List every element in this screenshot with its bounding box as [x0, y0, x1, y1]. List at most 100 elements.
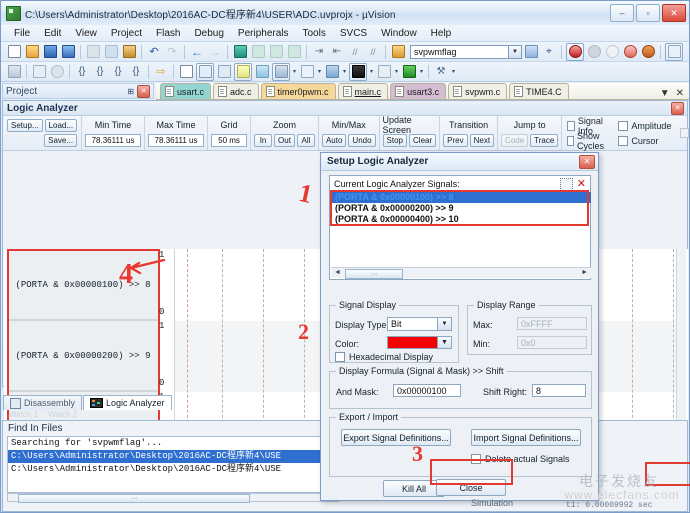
save-icon[interactable]: [42, 44, 58, 60]
menu-item-flash[interactable]: Flash: [149, 27, 187, 40]
logic-analyzer-close-icon[interactable]: ✕: [671, 101, 684, 115]
menu-item-file[interactable]: File: [7, 27, 37, 40]
update-stop-button[interactable]: Stop: [382, 134, 408, 147]
close-button[interactable]: Close: [436, 479, 506, 496]
jump-trace-button[interactable]: Trace: [530, 134, 559, 147]
debug-session-icon[interactable]: [566, 42, 584, 61]
max-time-value[interactable]: 78.36111 us: [148, 134, 205, 147]
step-out-icon[interactable]: {}: [110, 64, 126, 80]
update-clear-button[interactable]: Clear: [409, 134, 437, 147]
registers-window-icon[interactable]: [234, 62, 252, 81]
symbol-window-icon[interactable]: [216, 64, 232, 80]
chevron-down-icon[interactable]: ▼: [437, 318, 451, 330]
breakpoint-insert-icon[interactable]: [586, 44, 602, 60]
signal-label-row[interactable]: (PORTA & 0x00000100) >> 8: [7, 249, 159, 320]
menu-item-debug[interactable]: Debug: [187, 27, 230, 40]
menu-item-peripherals[interactable]: Peripherals: [231, 27, 296, 40]
system-viewer-icon[interactable]: [401, 64, 417, 80]
close-button[interactable]: ✕: [662, 4, 686, 22]
show-next-statement-icon[interactable]: ⇨: [153, 64, 169, 80]
delete-actual-signals-checkbox[interactable]: [471, 454, 481, 464]
tab-time4-c[interactable]: TIME4.C: [509, 83, 569, 99]
signal-label-row[interactable]: (PORTA & 0x00000200) >> 9: [7, 320, 159, 391]
trace-dropdown-caret-icon[interactable]: ▾: [393, 65, 400, 78]
find-in-files-results[interactable]: Searching for 'svpwmflag'... C:\Users\Ad…: [7, 436, 339, 493]
import-signal-definitions-button[interactable]: Import Signal Definitions...: [471, 429, 581, 446]
signal-info-checkbox[interactable]: [567, 120, 575, 131]
signal-list-item[interactable]: (PORTA & 0x00000400) >> 10: [331, 214, 591, 225]
system-viewer-caret-icon[interactable]: ▾: [418, 65, 425, 78]
scrollbar-thumb[interactable]: ⋯: [18, 494, 250, 503]
max-field[interactable]: 0xFFFF: [517, 317, 587, 330]
zoom-in-button[interactable]: In: [254, 134, 273, 147]
tab-close-icon[interactable]: ✕: [676, 88, 684, 99]
signal-list[interactable]: (PORTA & 0x00000100) >> 8 (PORTA & 0x000…: [331, 192, 591, 266]
minmax-auto-button[interactable]: Auto: [321, 134, 347, 147]
bookmark-prev-icon[interactable]: [250, 44, 266, 60]
outdent-icon[interactable]: ⇤: [329, 44, 345, 60]
zoom-out-button[interactable]: Out: [274, 134, 295, 147]
menu-item-edit[interactable]: Edit: [37, 27, 68, 40]
show-cycles-checkbox[interactable]: [567, 135, 574, 146]
step-into-icon[interactable]: {}: [74, 64, 90, 80]
signal-list-scrollbar[interactable]: ◄ ⋯ ►: [331, 267, 591, 279]
paste-icon[interactable]: [121, 44, 137, 60]
hexadecimal-display-option[interactable]: Hexadecimal Display: [335, 352, 433, 362]
menu-item-svcs[interactable]: SVCS: [333, 27, 374, 40]
hexadecimal-display-checkbox[interactable]: [335, 352, 345, 362]
incremental-find-icon[interactable]: ⌖: [541, 44, 557, 60]
result-line[interactable]: Searching for 'svpwmflag'...: [8, 437, 338, 450]
result-line[interactable]: C:\Users\Administrator\Desktop\2016AC-DC…: [8, 450, 338, 463]
signal-list-item[interactable]: (PORTA & 0x00000200) >> 9: [331, 203, 591, 214]
load-button[interactable]: Load...: [44, 119, 78, 132]
minimize-button[interactable]: –: [610, 4, 634, 22]
shift-right-field[interactable]: 8: [532, 384, 586, 397]
configuration-wizard-icon[interactable]: [665, 42, 683, 61]
open-file-icon[interactable]: [24, 44, 40, 60]
cursor-option[interactable]: Cursor: [618, 133, 671, 148]
minmax-undo-button[interactable]: Undo: [348, 134, 376, 147]
cursor-checkbox[interactable]: [618, 135, 629, 146]
undo-icon[interactable]: ↶: [146, 44, 162, 60]
dialog-close-icon[interactable]: ✕: [579, 154, 595, 169]
memory-window-icon[interactable]: [299, 64, 315, 80]
comment-icon[interactable]: //: [347, 44, 363, 60]
scroll-left-icon[interactable]: ◄: [334, 269, 341, 276]
tab-timer0pwm-c[interactable]: timer0pwm.c: [260, 83, 336, 99]
pin-icon[interactable]: ⊞: [127, 87, 134, 96]
show-cycles-option[interactable]: Show Cycles: [567, 131, 607, 151]
stop-icon[interactable]: [49, 64, 65, 80]
open-folder-icon[interactable]: [390, 44, 406, 60]
display-type-dropdown[interactable]: Bit ▼: [387, 317, 452, 331]
toolbox-icon[interactable]: ⚒: [433, 64, 449, 80]
find-in-files-icon[interactable]: [523, 44, 539, 60]
tab-adc-c[interactable]: adc.c: [213, 83, 259, 99]
find-in-files-scrollbar[interactable]: ⋯: [7, 493, 339, 503]
transition-prev-button[interactable]: Prev: [443, 134, 468, 147]
min-time-value[interactable]: 78.36111 us: [85, 134, 142, 147]
bookmark-clear-icon[interactable]: [286, 44, 302, 60]
transition-next-button[interactable]: Next: [469, 134, 495, 147]
tab-logic-analyzer[interactable]: Logic Analyzer: [83, 395, 172, 410]
maximize-button[interactable]: ▫: [636, 4, 660, 22]
serial-window-icon[interactable]: [324, 64, 340, 80]
scrollbar-thumb[interactable]: ⋯: [345, 269, 403, 279]
and-mask-field[interactable]: 0x00000100: [393, 384, 461, 397]
call-stack-icon[interactable]: [254, 64, 270, 80]
grid-value[interactable]: 50 ms: [211, 134, 248, 147]
uncomment-icon[interactable]: //: [365, 44, 381, 60]
menu-item-help[interactable]: Help: [424, 27, 459, 40]
analysis-dropdown-caret-icon[interactable]: ▾: [368, 65, 375, 78]
search-combo[interactable]: svpwmflag ▼: [410, 44, 522, 59]
memory-dropdown-caret-icon[interactable]: ▾: [316, 65, 323, 78]
indent-icon[interactable]: ⇥: [311, 44, 327, 60]
menu-item-tools[interactable]: Tools: [296, 27, 333, 40]
navigate-back-icon[interactable]: ←: [189, 44, 205, 60]
disassembly-window-icon[interactable]: [196, 62, 214, 81]
run-icon[interactable]: [31, 64, 47, 80]
scroll-right-icon[interactable]: ►: [581, 269, 588, 276]
breakpoint-disable-icon[interactable]: [604, 44, 620, 60]
amplitude-checkbox[interactable]: [618, 120, 629, 131]
setup-button[interactable]: Setup...: [7, 119, 43, 132]
delete-actual-signals-option[interactable]: Delete actual Signals: [471, 454, 570, 464]
